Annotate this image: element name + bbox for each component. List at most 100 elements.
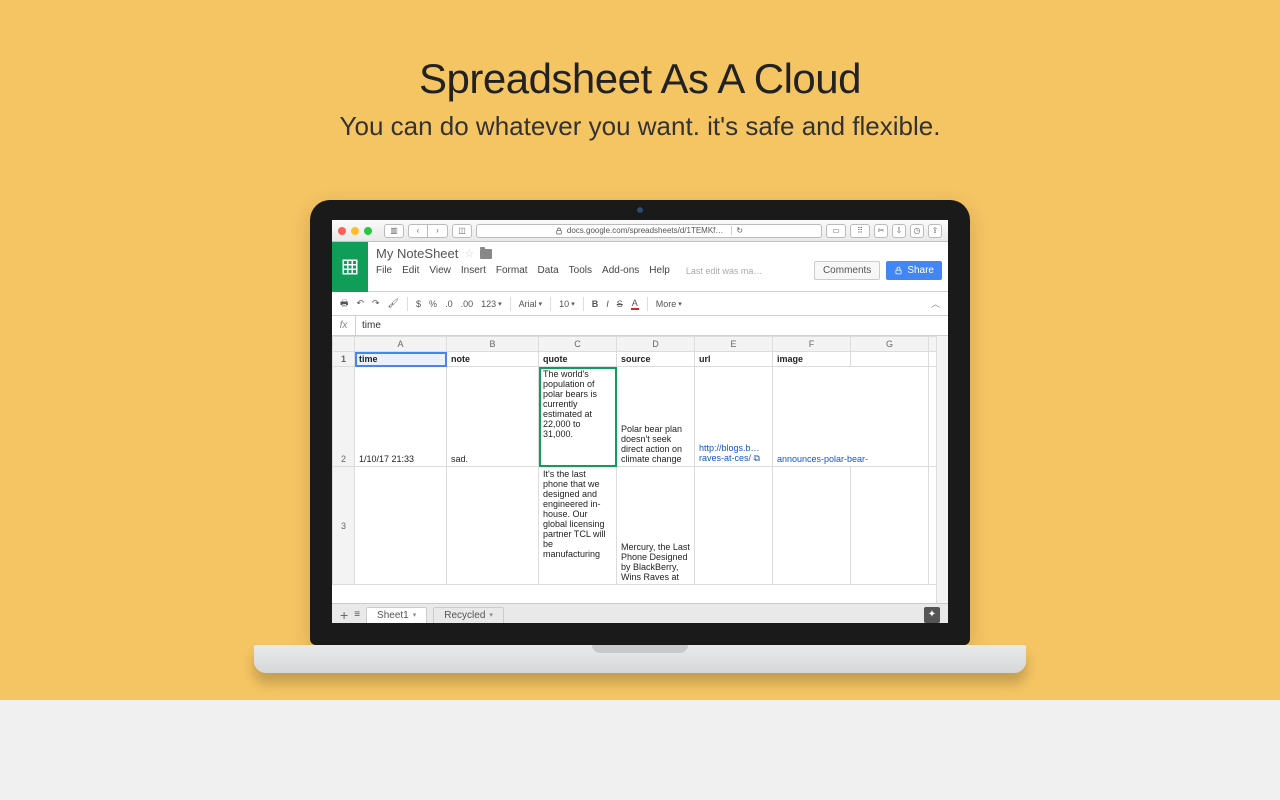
tabs-button[interactable]: ⠿: [850, 224, 870, 238]
last-edit-text: Last edit was ma…: [686, 266, 763, 276]
formula-value[interactable]: time: [356, 320, 387, 331]
back-button[interactable]: ‹: [408, 224, 428, 238]
redo-icon[interactable]: ↷: [372, 298, 380, 309]
col-f[interactable]: F: [773, 337, 851, 352]
cell-a1[interactable]: time: [355, 352, 447, 367]
cell-d1[interactable]: source: [617, 352, 695, 367]
page-subtitle: You can do whatever you want. it's safe …: [0, 111, 1280, 142]
num-format-button[interactable]: 123 ▾: [481, 299, 502, 309]
row-3-header[interactable]: 3: [333, 467, 355, 585]
col-g[interactable]: G: [851, 337, 929, 352]
close-icon[interactable]: [338, 227, 346, 235]
all-sheets-icon[interactable]: ≡: [354, 609, 360, 620]
select-all-cell[interactable]: [333, 337, 355, 352]
collapse-toolbar-icon[interactable]: ︿: [931, 297, 940, 310]
cell-d2[interactable]: Polar bear plan doesn't seek direct acti…: [617, 367, 695, 467]
sidebar-toggle-button[interactable]: ▥: [384, 224, 404, 238]
floor-backdrop: [0, 700, 1280, 800]
folder-icon[interactable]: [480, 249, 492, 259]
cell-a2[interactable]: 1/10/17 21:33: [355, 367, 447, 467]
format-toolbar: 🖶 ↶ ↷ 🖌 $ % .0 .00 123 ▾ Arial ▾ 10 ▾ B …: [332, 292, 948, 316]
menu-insert[interactable]: Insert: [461, 265, 486, 276]
minimize-icon[interactable]: [351, 227, 359, 235]
cell-a3[interactable]: [355, 467, 447, 585]
share-icon[interactable]: ⇪: [928, 224, 942, 238]
cell-f3[interactable]: [773, 467, 851, 585]
menu-help[interactable]: Help: [649, 265, 670, 276]
cell-e2[interactable]: http://blogs.b…raves-at-ces/ ⧉: [695, 367, 773, 467]
add-sheet-button[interactable]: +: [340, 607, 348, 623]
strike-button[interactable]: S: [617, 299, 623, 309]
more-tools-button[interactable]: More ▾: [656, 299, 682, 309]
menu-bar: File Edit View Insert Format Data Tools …: [376, 265, 808, 276]
col-e[interactable]: E: [695, 337, 773, 352]
chevron-down-icon[interactable]: ▾: [413, 611, 417, 619]
cell-f1[interactable]: image: [773, 352, 851, 367]
row-2-header[interactable]: 2: [333, 367, 355, 467]
ext-download-icon[interactable]: ⇩: [892, 224, 906, 238]
font-select[interactable]: Arial ▾: [519, 299, 543, 309]
cell-c2[interactable]: The world's population of polar bears is…: [539, 367, 617, 467]
maximize-icon[interactable]: [364, 227, 372, 235]
window-traffic-lights: [338, 227, 372, 235]
star-icon[interactable]: ☆: [464, 247, 474, 260]
undo-icon[interactable]: ↶: [357, 298, 365, 309]
reader-button[interactable]: ▭: [826, 224, 846, 238]
sheet-tab-recycled[interactable]: Recycled▾: [433, 607, 504, 623]
menu-addons[interactable]: Add-ons: [602, 265, 639, 276]
menu-edit[interactable]: Edit: [402, 265, 419, 276]
cell-b3[interactable]: [447, 467, 539, 585]
menu-view[interactable]: View: [429, 265, 451, 276]
doc-title[interactable]: My NoteSheet: [376, 246, 458, 261]
currency-button[interactable]: $: [416, 299, 421, 309]
cell-g1[interactable]: [851, 352, 929, 367]
print-icon[interactable]: 🖶: [340, 296, 349, 312]
vertical-scrollbar[interactable]: [936, 336, 948, 603]
col-d[interactable]: D: [617, 337, 695, 352]
table-row: 3 It's the last phone that we designed a…: [333, 467, 949, 585]
lock-icon: [555, 227, 563, 235]
comments-button[interactable]: Comments: [814, 261, 880, 280]
ext-clock-icon[interactable]: ◷: [910, 224, 924, 238]
text-color-button[interactable]: A: [631, 298, 639, 310]
fx-icon: fx: [332, 316, 356, 335]
cell-b2[interactable]: sad.: [447, 367, 539, 467]
address-text: docs.google.com/spreadsheets/d/1TEMKf…: [567, 226, 724, 235]
percent-button[interactable]: %: [429, 299, 437, 309]
col-c[interactable]: C: [539, 337, 617, 352]
chevron-down-icon[interactable]: ▾: [489, 611, 493, 619]
reload-icon[interactable]: ↻: [731, 226, 743, 235]
browser-toolbar: ▥ ‹ › ◫ docs.google.com/spreadsheets/d/1…: [332, 220, 948, 242]
address-bar[interactable]: docs.google.com/spreadsheets/d/1TEMKf… ↻: [476, 224, 822, 238]
cell-c1[interactable]: quote: [539, 352, 617, 367]
ext-scissors-icon[interactable]: ✂: [874, 224, 888, 238]
sheet-tab-active[interactable]: Sheet1▾: [366, 607, 427, 623]
inc-dec-icon[interactable]: .00: [461, 299, 474, 309]
formula-bar[interactable]: fx time: [332, 316, 948, 336]
italic-button[interactable]: I: [606, 299, 609, 309]
share-button[interactable]: Share: [886, 261, 942, 280]
cell-b1[interactable]: note: [447, 352, 539, 367]
bold-button[interactable]: B: [592, 299, 599, 309]
col-b[interactable]: B: [447, 337, 539, 352]
menu-file[interactable]: File: [376, 265, 392, 276]
row-1-header[interactable]: 1: [333, 352, 355, 367]
sheets-app-icon[interactable]: [332, 242, 368, 292]
menu-format[interactable]: Format: [496, 265, 528, 276]
open-link-icon[interactable]: ⧉: [754, 453, 760, 463]
menu-data[interactable]: Data: [538, 265, 559, 276]
spreadsheet-grid[interactable]: A B C D E F G 1 time note quote s: [332, 336, 948, 603]
explore-button[interactable]: ✦: [924, 607, 940, 623]
dec-dec-icon[interactable]: .0: [445, 299, 453, 309]
col-a[interactable]: A: [355, 337, 447, 352]
menu-tools[interactable]: Tools: [569, 265, 592, 276]
cell-e1[interactable]: url: [695, 352, 773, 367]
cell-e3[interactable]: [695, 467, 773, 585]
paint-icon[interactable]: 🖌: [388, 298, 399, 309]
font-size-select[interactable]: 10 ▾: [559, 299, 575, 309]
forward-button[interactable]: ›: [428, 224, 448, 238]
grid-view-button[interactable]: ◫: [452, 224, 472, 238]
cell-c3[interactable]: It's the last phone that we designed and…: [539, 467, 617, 585]
cell-d3[interactable]: Mercury, the Last Phone Designed by Blac…: [617, 467, 695, 585]
cell-f2[interactable]: announces-polar-bear-: [773, 367, 929, 467]
